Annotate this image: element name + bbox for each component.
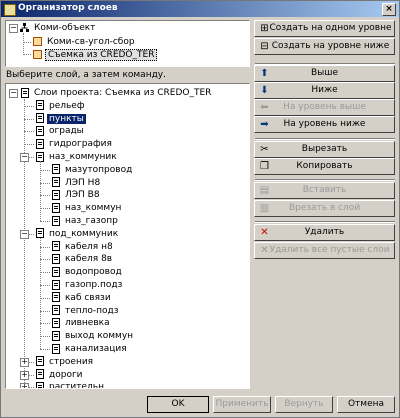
layer-item[interactable]: строения: [36, 356, 95, 368]
layer-organizer-window: Организатор слоев × − Коми-объект Коми-с…: [0, 0, 400, 418]
object-item-selected[interactable]: Съемка из CREDO_TER: [33, 49, 158, 61]
layer-icon: [36, 100, 44, 111]
cut-button[interactable]: ✂ Вырезать: [254, 141, 395, 158]
layer-item[interactable]: мазутопровод: [52, 164, 134, 176]
move-down-button[interactable]: ⬇ Ниже: [254, 82, 395, 99]
layer-item[interactable]: под_коммуник: [36, 228, 120, 240]
layer-icon: [36, 138, 44, 149]
layer-icon: [52, 253, 60, 264]
layer-item[interactable]: водопровод: [52, 266, 124, 278]
paste-icon: ▤: [259, 185, 270, 196]
layer-icon: [52, 177, 60, 188]
org-tree-icon: [20, 23, 29, 32]
layer-icon: [36, 228, 44, 239]
create-same-level-icon: ⊞: [260, 23, 269, 34]
layer-item[interactable]: выход коммун: [52, 330, 135, 342]
cut-into-layer-button[interactable]: ▥ Врезать в слой: [254, 200, 395, 217]
layer-icon: [36, 381, 44, 388]
layer-item[interactable]: кабеля 8в: [52, 253, 114, 265]
paste-button[interactable]: ▤ Вставить: [254, 182, 395, 199]
layers-tree[interactable]: − Слои проекта: Съемка из CREDO_TER рельеф…: [5, 83, 250, 389]
apply-button[interactable]: Применить: [213, 396, 271, 413]
layer-icon: [52, 202, 60, 213]
layer-item[interactable]: газопр.подз: [52, 279, 124, 291]
layer-item[interactable]: растительн: [36, 381, 106, 388]
arrow-right-icon: ➡: [260, 119, 269, 130]
layer-item[interactable]: ЛЭП Н8: [52, 177, 102, 189]
title-bar: Организатор слоев ×: [1, 1, 399, 17]
move-up-button[interactable]: ⬆ Выше: [254, 65, 395, 82]
arrow-up-icon: ⬆: [260, 68, 269, 79]
object-root[interactable]: Коми-объект: [20, 22, 97, 34]
layer-icon: [52, 305, 60, 316]
layer-item[interactable]: каб связи: [52, 292, 113, 304]
ok-button[interactable]: OK: [147, 396, 209, 413]
layer-icon: [52, 292, 60, 303]
create-below-button[interactable]: ⊟ Создать на уровне ниже: [254, 38, 395, 55]
layer-icon: [52, 164, 60, 175]
layer-icon: [21, 87, 29, 98]
layer-icon: [36, 356, 44, 367]
layer-item[interactable]: ЛЭП В8: [52, 189, 102, 201]
layer-item[interactable]: гидрография: [36, 138, 114, 150]
objects-tree[interactable]: − Коми-объект Коми-св-угол-сбор Съемка и…: [5, 20, 250, 67]
copy-icon: ❐: [260, 161, 269, 172]
layer-icon: [36, 151, 44, 162]
collapse-toggle[interactable]: −: [20, 229, 29, 239]
layer-icon: [52, 343, 60, 354]
layer-icon: [52, 189, 60, 200]
delete-x-icon: ✕: [260, 227, 269, 238]
insert-layer-icon: ▥: [259, 203, 270, 214]
close-button[interactable]: ×: [382, 3, 396, 16]
layer-icon: [52, 330, 60, 341]
delete-empty-icon: ✕: [260, 245, 269, 256]
create-below-icon: ⊟: [260, 41, 269, 52]
delete-empty-layers-button[interactable]: ✕ Удалить все пустые слои: [254, 242, 395, 259]
layer-icon: [52, 215, 60, 226]
object-icon: [33, 50, 42, 59]
layer-item[interactable]: рельеф: [36, 100, 87, 112]
layer-item[interactable]: канализация: [52, 343, 129, 355]
layers-root[interactable]: Слои проекта: Съемка из CREDO_TER: [21, 87, 213, 99]
collapse-toggle[interactable]: −: [20, 153, 29, 162]
layer-item[interactable]: дороги: [36, 369, 85, 381]
layer-item-selected[interactable]: пункты: [36, 113, 86, 125]
window-title: Организатор слоев: [18, 3, 118, 13]
copy-button[interactable]: ❐ Копировать: [254, 158, 395, 175]
layer-icon: [36, 369, 44, 380]
expand-toggle[interactable]: +: [20, 370, 29, 380]
arrow-down-icon: ⬇: [260, 85, 269, 96]
layer-icon: [52, 266, 60, 277]
level-up-button[interactable]: ⬅ На уровень выше: [254, 99, 395, 116]
layer-item[interactable]: наз_коммуник: [36, 151, 119, 163]
app-icon: [4, 4, 16, 16]
revert-button[interactable]: Вернуть: [275, 396, 333, 413]
cancel-button[interactable]: Отмена: [337, 396, 395, 413]
layer-item[interactable]: наз_газопр: [52, 215, 120, 227]
layer-icon: [52, 317, 60, 328]
object-item[interactable]: Коми-св-угол-сбор: [33, 36, 137, 48]
arrow-left-icon: ⬅: [260, 102, 269, 113]
layer-item[interactable]: тепло-подз: [52, 305, 121, 317]
layer-icon: [36, 125, 44, 136]
layer-item[interactable]: наз_коммун: [52, 202, 123, 214]
level-down-button[interactable]: ➡ На уровень ниже: [254, 116, 395, 133]
create-same-level-button[interactable]: ⊞ Создать на одном уровне: [254, 20, 395, 37]
expand-toggle[interactable]: +: [20, 383, 29, 388]
layer-item[interactable]: кабеля н8: [52, 241, 115, 253]
object-icon: [33, 37, 42, 46]
delete-button[interactable]: ✕ Удалить: [254, 224, 395, 241]
layer-icon: [36, 113, 44, 124]
expand-toggle[interactable]: +: [20, 357, 29, 367]
collapse-toggle[interactable]: −: [9, 89, 18, 98]
collapse-toggle[interactable]: −: [9, 24, 18, 33]
scissors-icon: ✂: [260, 144, 269, 155]
layer-item[interactable]: ограды: [36, 125, 86, 137]
instruction-text: Выберите слой, а затем команду.: [6, 70, 166, 80]
layer-icon: [52, 279, 60, 290]
layer-item[interactable]: ливневка: [52, 317, 112, 329]
layer-icon: [52, 241, 60, 252]
